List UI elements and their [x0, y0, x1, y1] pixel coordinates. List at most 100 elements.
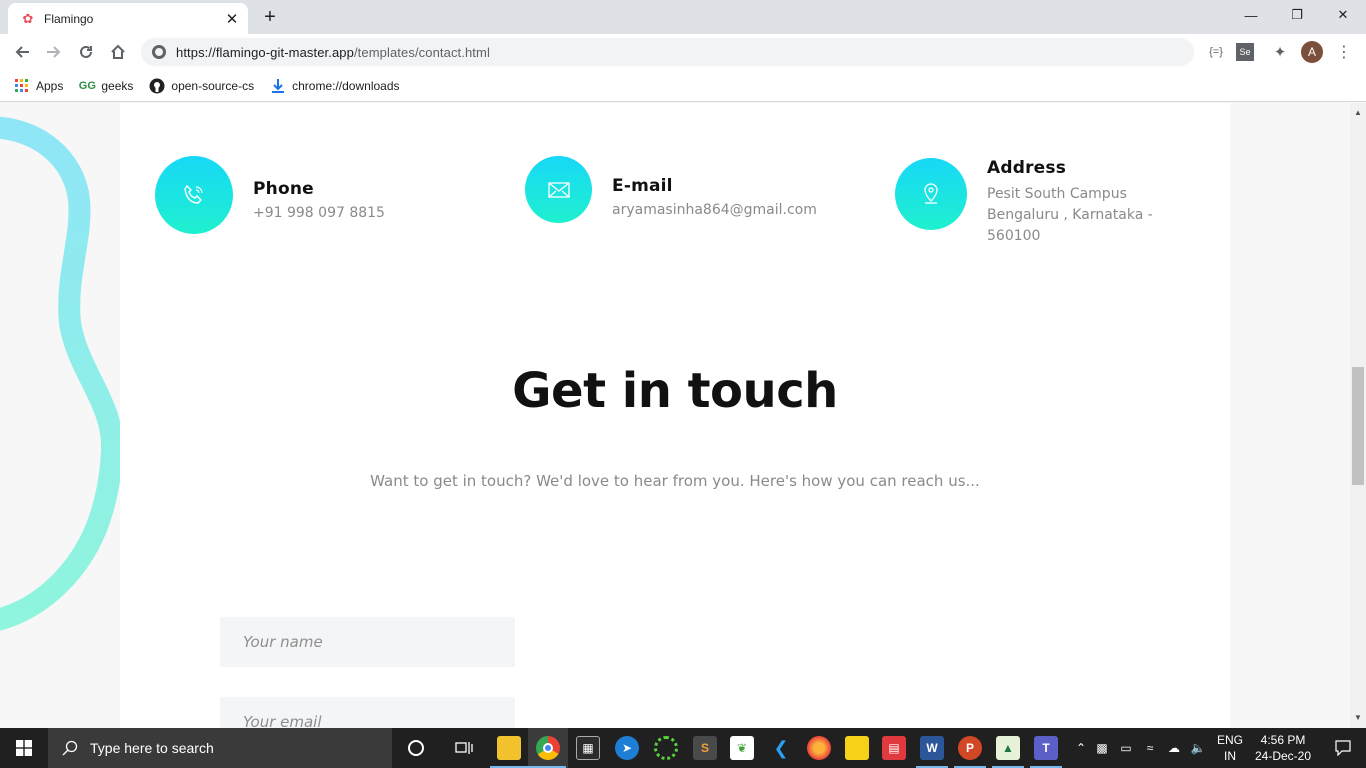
email-circle [525, 156, 592, 223]
menu-kebab-icon[interactable]: ⋮ [1332, 40, 1356, 64]
clock-time: 4:56 PM [1260, 733, 1306, 747]
sticky-notes-icon[interactable] [845, 736, 869, 760]
tab-strip: ✿ Flamingo ✕ + — ❐ ✕ [0, 0, 1366, 34]
bookmark-label: open-source-cs [171, 78, 255, 93]
bookmark-label: geeks [101, 78, 134, 93]
page-viewport: Phone +91 998 097 8815 E-mail aryamasinh… [0, 103, 1350, 728]
bookmark-geeks[interactable]: GG geeks [78, 78, 134, 94]
powerpoint-icon[interactable]: P [958, 736, 982, 760]
reload-button[interactable] [72, 38, 100, 66]
sublime-text-icon[interactable]: S [693, 736, 717, 760]
chart-app-icon[interactable]: ▲ [996, 736, 1020, 760]
address-bar[interactable]: https://flamingo-git-master.app/template… [141, 38, 1194, 66]
contact-title: E-mail [612, 176, 673, 196]
page-subheading: Want to get in touch? We'd love to hear … [370, 472, 980, 490]
taskbar-search[interactable]: Type here to search [48, 728, 392, 768]
system-tray: ⌃ ▩ ▭ ≈ ☁ 🔈 [1072, 728, 1210, 768]
decorative-blob-shape [0, 116, 120, 631]
phone-icon [184, 184, 203, 204]
meet-now-icon[interactable]: ▩ [1090, 741, 1114, 755]
bookmark-apps[interactable]: Apps [14, 78, 63, 94]
address-line: Pesit South Campus [987, 186, 1127, 202]
address-line: Bengaluru , Karnataka - [987, 207, 1153, 223]
contact-phone: Phone +91 998 097 8815 [155, 156, 385, 234]
news-app-icon[interactable]: ▤ [882, 736, 906, 760]
site-info-icon[interactable] [152, 45, 166, 59]
network-warning-icon[interactable]: ☁ [1162, 741, 1186, 755]
address-circle [895, 158, 967, 230]
compass-app-icon[interactable]: ➤ [615, 736, 639, 760]
start-button[interactable] [0, 728, 48, 768]
file-explorer-icon[interactable] [497, 736, 521, 760]
email-address[interactable]: aryamasinha864@gmail.com [612, 200, 817, 221]
url-text: https://flamingo-git-master.app/template… [176, 44, 490, 60]
geeksforgeeks-icon: GG [78, 79, 96, 92]
contact-email: E-mail aryamasinha864@gmail.com [525, 156, 817, 223]
windows-taskbar: Type here to search ▦ ➤ S ❦ ❮ ▤ W P ▲ T … [0, 728, 1366, 768]
extensions-puzzle-icon[interactable]: ✦ [1268, 40, 1292, 64]
email-input[interactable] [220, 697, 515, 728]
bookmark-open-source-cs[interactable]: open-source-cs [149, 78, 254, 94]
action-center-icon [1335, 740, 1351, 756]
bookmark-chrome-downloads[interactable]: chrome://downloads [270, 78, 400, 94]
page-scrollbar[interactable]: ▲ ▼ [1350, 103, 1366, 728]
github-icon [149, 78, 165, 94]
word-icon[interactable]: W [920, 736, 944, 760]
clock-date: 24-Dec-20 [1254, 749, 1312, 763]
cortana-icon[interactable] [404, 736, 428, 760]
phone-number[interactable]: +91 998 097 8815 [253, 203, 385, 224]
back-arrow-icon [15, 46, 29, 58]
home-button[interactable] [104, 38, 132, 66]
tab-title: Flamingo [44, 11, 94, 26]
bookmarks-bar: Apps GG geeks open-source-cs chrome://do… [0, 70, 1366, 102]
forward-arrow-icon [47, 46, 61, 58]
restore-button[interactable]: ❐ [1274, 0, 1320, 30]
forward-button[interactable] [40, 38, 68, 66]
download-icon [270, 78, 286, 94]
search-icon [62, 740, 78, 756]
vs-code-icon[interactable]: ❮ [769, 736, 793, 760]
profile-avatar[interactable]: A [1301, 41, 1323, 63]
contact-section: Phone +91 998 097 8815 E-mail aryamasinh… [120, 103, 1230, 728]
contact-title: Address [987, 158, 1067, 178]
reload-icon [80, 45, 92, 58]
phone-circle [155, 156, 233, 234]
show-hidden-icons-chevron-icon[interactable]: ⌃ [1072, 741, 1090, 755]
notifications-button[interactable] [1320, 728, 1366, 768]
firefox-icon[interactable] [807, 736, 831, 760]
volume-icon[interactable]: 🔈 [1186, 741, 1210, 755]
close-tab-icon[interactable]: ✕ [224, 11, 240, 28]
back-button[interactable] [8, 38, 36, 66]
wifi-icon[interactable]: ≈ [1138, 741, 1162, 755]
json-extension-icon[interactable]: {=} [1204, 40, 1228, 64]
name-input[interactable] [220, 617, 515, 667]
task-view-icon[interactable] [452, 736, 476, 760]
envelope-icon [547, 181, 570, 198]
teams-icon[interactable]: T [1034, 736, 1058, 760]
window-controls: — ❐ ✕ [1228, 0, 1366, 30]
bookmark-label: chrome://downloads [292, 78, 400, 93]
clock[interactable]: 4:56 PM 24-Dec-20 [1250, 732, 1316, 764]
location-pin-icon [924, 183, 938, 204]
language-indicator[interactable]: ENG IN [1214, 732, 1246, 764]
browser-toolbar: https://flamingo-git-master.app/template… [0, 34, 1366, 70]
apps-grid-icon [14, 78, 30, 94]
scroll-up-arrow-icon[interactable]: ▲ [1354, 109, 1362, 117]
chrome-icon[interactable] [536, 736, 560, 760]
scroll-down-arrow-icon[interactable]: ▼ [1354, 714, 1362, 722]
close-window-button[interactable]: ✕ [1320, 0, 1366, 30]
selenium-extension-icon[interactable]: Se [1236, 43, 1254, 61]
home-icon [111, 44, 125, 59]
search-placeholder: Type here to search [90, 740, 214, 756]
scrollbar-thumb[interactable] [1352, 367, 1364, 485]
microsoft-store-icon[interactable]: ▦ [576, 736, 600, 760]
new-tab-button[interactable]: + [256, 5, 284, 29]
tab-flamingo[interactable]: ✿ Flamingo ✕ [8, 3, 248, 34]
windows-logo-icon [16, 740, 32, 756]
contact-title: Phone [253, 179, 314, 199]
minimize-button[interactable]: — [1228, 0, 1274, 30]
green-circle-app-icon[interactable] [654, 736, 678, 760]
page-heading: Get in touch [512, 363, 838, 419]
mongodb-compass-icon[interactable]: ❦ [730, 736, 754, 760]
battery-icon[interactable]: ▭ [1114, 741, 1138, 755]
